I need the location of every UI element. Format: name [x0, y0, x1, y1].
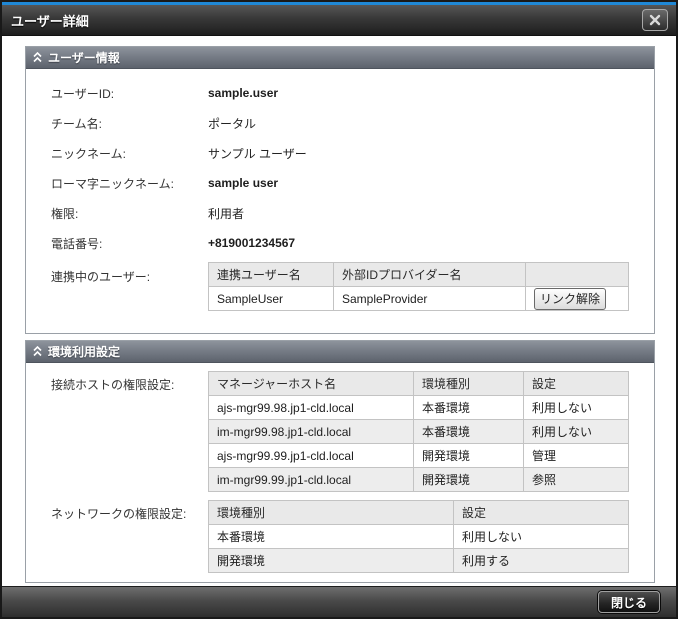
setting-cell: 利用しない [453, 524, 629, 549]
network-permissions-row: ネットワークの権限設定: 環境種別 設定 本番環境 利用しない 開発環境 利用す… [26, 500, 654, 573]
env-settings-section-title: 環境利用設定 [48, 345, 121, 359]
table-row: ajs-mgr99.99.jp1-cld.local 開発環境 管理 [208, 443, 629, 468]
setting-cell: 参照 [523, 467, 629, 492]
provider-name-cell: SampleProvider [333, 286, 526, 311]
table-header-row: 環境種別 設定 [208, 500, 629, 525]
field-value: sample.user [208, 86, 279, 100]
field-value: sample user [208, 176, 279, 190]
column-header: 設定 [523, 371, 629, 396]
env-type-cell: 本番環境 [413, 395, 524, 420]
unlink-button[interactable]: リンク解除 [534, 287, 607, 310]
env-type-cell: 開発環境 [413, 467, 524, 492]
host-permissions-table: マネージャーホスト名 環境種別 設定 ajs-mgr99.98.jp1-cld.… [208, 371, 629, 492]
close-button[interactable] [642, 9, 668, 31]
field-label: ローマ字ニックネーム: [51, 176, 174, 191]
field-value: ポータル [208, 116, 257, 131]
setting-cell: 利用しない [523, 419, 629, 444]
env-settings-panel: 環境利用設定 接続ホストの権限設定: マネージャーホスト名 環境種別 設定 aj… [25, 340, 655, 583]
field-nickname: ニックネーム: サンプル ユーザー [51, 138, 654, 168]
user-info-section-header[interactable]: ユーザー情報 [26, 47, 654, 69]
column-header: マネージャーホスト名 [208, 371, 414, 396]
setting-cell: 利用しない [523, 395, 629, 420]
env-type-cell: 開発環境 [413, 443, 524, 468]
close-dialog-button[interactable]: 閉じる [598, 591, 660, 613]
field-label: 権限: [51, 206, 79, 221]
collapse-chevron-icon [33, 346, 42, 357]
table-row: 本番環境 利用しない [208, 524, 629, 549]
env-settings-content: 接続ホストの権限設定: マネージャーホスト名 環境種別 設定 ajs-mgr99… [26, 363, 654, 573]
user-detail-dialog: ユーザー詳細 ユーザー情報 ユーザーID: sample.user チーム名: … [0, 0, 678, 619]
user-info-fields: ユーザーID: sample.user チーム名: ポータル ニックネーム: サ… [26, 69, 654, 311]
table-header-row: 連携ユーザー名 外部IDプロバイダー名 [208, 262, 629, 287]
setting-cell: 管理 [523, 443, 629, 468]
table-row: im-mgr99.98.jp1-cld.local 本番環境 利用しない [208, 419, 629, 444]
column-header: 環境種別 [208, 500, 454, 525]
field-label: ニックネーム: [51, 146, 126, 161]
host-name-cell: ajs-mgr99.98.jp1-cld.local [208, 395, 414, 420]
collapse-chevron-icon [33, 52, 42, 63]
table-header-row: マネージャーホスト名 環境種別 設定 [208, 371, 629, 396]
host-name-cell: ajs-mgr99.99.jp1-cld.local [208, 443, 414, 468]
field-permission: 権限: 利用者 [51, 198, 654, 228]
field-value: 利用者 [208, 206, 245, 221]
column-header: 外部IDプロバイダー名 [333, 262, 526, 287]
table-row: ajs-mgr99.98.jp1-cld.local 本番環境 利用しない [208, 395, 629, 420]
dialog-footer: 閉じる [2, 586, 676, 617]
env-type-cell: 本番環境 [208, 524, 454, 549]
user-info-panel: ユーザー情報 ユーザーID: sample.user チーム名: ポータル ニッ… [25, 46, 655, 334]
linked-user-row: 連携中のユーザー: 連携ユーザー名 外部IDプロバイダー名 SampleUser… [51, 262, 654, 311]
field-label: 電話番号: [51, 236, 103, 251]
field-label: ユーザーID: [51, 86, 115, 101]
column-header: 設定 [453, 500, 629, 525]
table-row: im-mgr99.99.jp1-cld.local 開発環境 参照 [208, 467, 629, 492]
field-team-name: チーム名: ポータル [51, 108, 654, 138]
linked-user-label: 連携中のユーザー: [51, 270, 151, 284]
env-settings-section-header[interactable]: 環境利用設定 [26, 341, 654, 363]
field-label: チーム名: [51, 116, 102, 131]
field-value: サンプル ユーザー [208, 146, 307, 161]
field-romaji-nickname: ローマ字ニックネーム: sample user [51, 168, 654, 198]
action-cell: リンク解除 [525, 286, 629, 311]
linked-user-table: 連携ユーザー名 外部IDプロバイダー名 SampleUser SamplePro… [208, 262, 629, 311]
host-name-cell: im-mgr99.98.jp1-cld.local [208, 419, 414, 444]
field-value: +819001234567 [208, 236, 296, 250]
column-header: 環境種別 [413, 371, 524, 396]
network-permissions-table: 環境種別 設定 本番環境 利用しない 開発環境 利用する [208, 500, 629, 573]
dialog-titlebar: ユーザー詳細 [2, 5, 676, 36]
table-row: SampleUser SampleProvider リンク解除 [208, 286, 629, 311]
user-info-section-title: ユーザー情報 [48, 51, 120, 65]
table-row: 開発環境 利用する [208, 548, 629, 573]
env-type-cell: 本番環境 [413, 419, 524, 444]
host-name-cell: im-mgr99.99.jp1-cld.local [208, 467, 414, 492]
dialog-title: ユーザー詳細 [11, 13, 89, 29]
close-icon [649, 14, 661, 26]
network-permissions-label: ネットワークの権限設定: [51, 507, 187, 521]
field-phone-number: 電話番号: +819001234567 [51, 228, 654, 258]
column-header: 連携ユーザー名 [208, 262, 334, 287]
column-header-action [525, 262, 629, 287]
setting-cell: 利用する [453, 548, 629, 573]
host-permissions-label: 接続ホストの権限設定: [51, 378, 175, 392]
field-user-id: ユーザーID: sample.user [51, 78, 654, 108]
host-permissions-row: 接続ホストの権限設定: マネージャーホスト名 環境種別 設定 ajs-mgr99… [26, 371, 654, 492]
env-type-cell: 開発環境 [208, 548, 454, 573]
linked-user-name-cell: SampleUser [208, 286, 334, 311]
